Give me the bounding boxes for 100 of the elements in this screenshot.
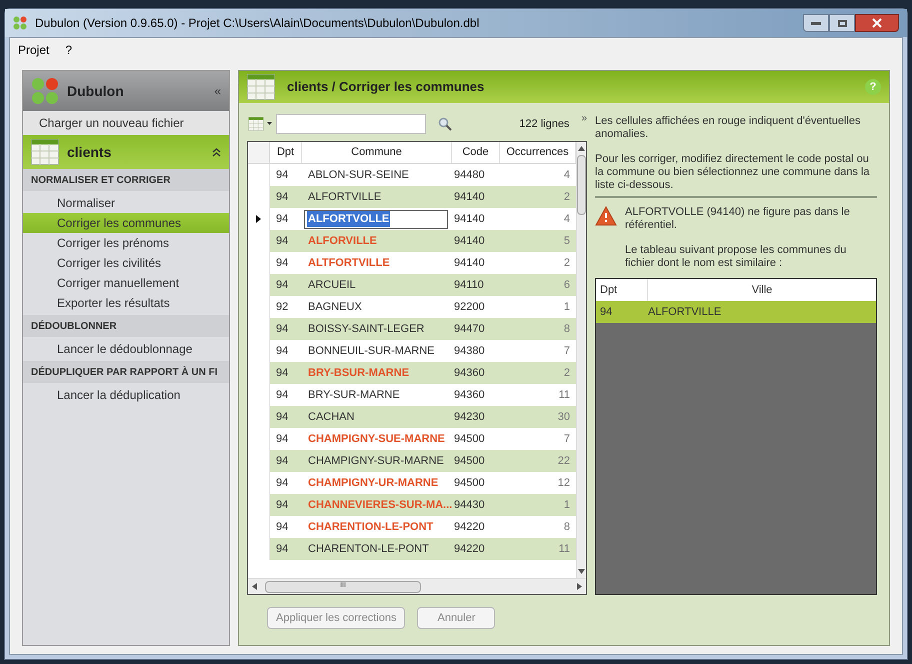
table-cell-text: CACHAN	[307, 410, 354, 425]
table-cell-text: 94140	[453, 234, 486, 249]
table-cell-text: 30	[556, 410, 571, 425]
menu-item[interactable]: ?	[65, 41, 72, 59]
table-cell-text: 94140	[453, 256, 486, 271]
table-cell-text: 2	[562, 190, 571, 205]
load-file-link[interactable]: Charger un nouveau fichier	[23, 111, 229, 135]
window-title: Dubulon (Version 0.9.65.0) - Projet C:\Users\Alain\Documents\Dubulon\Dubulon.dbl	[35, 15, 480, 32]
sidebar-item[interactable]: Lancer la déduplication	[23, 385, 229, 405]
column-header[interactable]: Code	[452, 142, 500, 163]
scroll-right-icon[interactable]	[577, 583, 582, 590]
table-cell-text: 94360	[453, 366, 486, 381]
table-cell-text: 94	[275, 542, 290, 557]
table-cell-text: CHARENTION-LE-PONT	[307, 520, 434, 535]
table-cell-text: 94140	[453, 212, 486, 227]
scroll-down-icon[interactable]	[578, 569, 585, 574]
scroll-up-icon[interactable]	[578, 146, 585, 151]
table-cell-text: 6	[562, 278, 571, 293]
table-cell-text: BAGNEUX	[307, 300, 362, 315]
table-cell-text: 7	[562, 432, 571, 447]
maximize-button[interactable]	[829, 14, 855, 32]
section-header: NORMALISER ET CORRIGER	[23, 169, 229, 191]
table-icon	[31, 139, 59, 165]
column-header[interactable]: Ville	[648, 279, 876, 301]
table-cell-text: 94500	[453, 432, 486, 447]
table-cell-text: 12	[556, 476, 571, 491]
table-cell-text: 94	[275, 322, 290, 337]
table-cell-text: 5	[562, 234, 571, 249]
table-cell-text: ALFORVILLE	[307, 234, 377, 249]
panel-title: clients / Corriger les communes	[287, 78, 484, 96]
vertical-scrollbar[interactable]	[576, 142, 586, 578]
sidebar-item[interactable]: Normaliser	[23, 193, 229, 213]
close-button[interactable]	[855, 14, 899, 32]
sidebar-title: Dubulon	[67, 82, 124, 100]
minimize-button[interactable]	[803, 14, 829, 32]
menu-item[interactable]: Projet	[18, 41, 50, 59]
table-cell-text: 94380	[453, 344, 486, 359]
table-cell-text: CHARENTON-LE-PONT	[307, 542, 429, 557]
commune-edit-field[interactable]: ALFORTVOLLE	[304, 210, 448, 228]
sidebar-item[interactable]: Corriger les civilités	[23, 253, 229, 273]
group-title: clients	[67, 142, 112, 162]
expand-button[interactable]: »	[581, 111, 587, 126]
scroll-left-icon[interactable]	[252, 583, 257, 590]
search-field[interactable]	[276, 114, 426, 134]
section-header: DÉDUPLIQUER PAR RAPPORT À UN FI	[23, 361, 229, 383]
sidebar-item[interactable]: Exporter les résultats	[23, 293, 229, 313]
search-icon[interactable]	[438, 117, 452, 131]
section-header: DÉDOUBLONNER	[23, 315, 229, 337]
suggestion-row[interactable]: 94 ALFORTVILLE	[596, 301, 876, 323]
table-cell-text: 94	[275, 388, 290, 403]
table-cell-text: 2	[562, 366, 571, 381]
column-header[interactable]: Dpt	[270, 142, 302, 163]
table-cell-text: 94	[275, 190, 290, 205]
table-icon	[247, 117, 265, 131]
table-cell-text: 94470	[453, 322, 486, 337]
sidebar-item[interactable]: Corriger manuellement	[23, 273, 229, 293]
table-cell-text: 94220	[453, 542, 486, 557]
table-cell-text: 94220	[453, 520, 486, 535]
info-text: Le tableau suivant propose les communes du fichier dont le nom est similaire :	[625, 244, 848, 270]
table-cell-text: CHAMPIGNY-UR-MARNE	[307, 476, 438, 491]
warning-icon	[595, 206, 617, 226]
table-cell-text: 92	[275, 300, 290, 315]
table-cell-text: 94	[275, 432, 290, 447]
table-cell-text: BRY-SUR-MARNE	[307, 388, 400, 403]
scroll-thumb[interactable]	[577, 155, 586, 215]
caret-icon	[267, 122, 272, 126]
table-cell-text: ALTFORTVILLE	[307, 256, 390, 271]
table-cell-text: 2	[562, 256, 571, 271]
table-cell-text: 1	[562, 300, 571, 315]
table-cell-text: BONNEUIL-SUR-MARNE	[307, 344, 435, 359]
table-cell-text: BRY-BSUR-MARNE	[307, 366, 410, 381]
collapse-button[interactable]: «	[214, 82, 221, 100]
column-header[interactable]: Commune	[302, 142, 452, 163]
table-cell-text: 94140	[453, 190, 486, 205]
table-cell-text: 94110	[453, 278, 485, 293]
sidebar-item[interactable]: Corriger les prénoms	[23, 233, 229, 253]
info-text: Les cellules affichées en rouge indiquent d'éventuelles anomalies.	[595, 115, 862, 141]
info-text: Pour les corriger, modifiez directement le code postal ou la commune ou bien sélectionnez une commune dans la liste ci-dessous.	[595, 153, 871, 192]
table-cell-text: 94230	[453, 410, 486, 425]
column-chooser-button[interactable]	[247, 117, 272, 131]
table-cell-text: 94	[275, 278, 290, 293]
table-cell-text: BOISSY-SAINT-LEGER	[307, 322, 424, 337]
table-cell-text: 94500	[453, 476, 486, 491]
table-cell-text: 94	[275, 344, 290, 359]
app-logo-icon	[31, 77, 59, 105]
sidebar-item[interactable]: Lancer le dédoublonnage	[23, 339, 229, 359]
app-logo-icon	[13, 16, 27, 30]
sidebar-item[interactable]: Corriger les communes	[23, 213, 229, 233]
table-cell-text: 8	[562, 322, 571, 337]
table-cell-text: CHANNEVIERES-SUR-MA...	[307, 498, 452, 513]
table-cell-text: 94	[275, 256, 290, 271]
collapse-up-icon[interactable]	[212, 148, 221, 156]
table-cell-text: 94	[275, 520, 290, 535]
table-cell-text: 94	[275, 366, 290, 381]
table-cell-text: 11	[558, 542, 571, 557]
row-count: 122 lignes	[519, 116, 570, 132]
table-cell-text: ALFORTVILLE	[307, 190, 382, 205]
table-cell-text: 94480	[453, 168, 486, 183]
table-cell-text: 94430	[453, 498, 486, 513]
table-cell-text: ARCUEIL	[307, 278, 356, 293]
